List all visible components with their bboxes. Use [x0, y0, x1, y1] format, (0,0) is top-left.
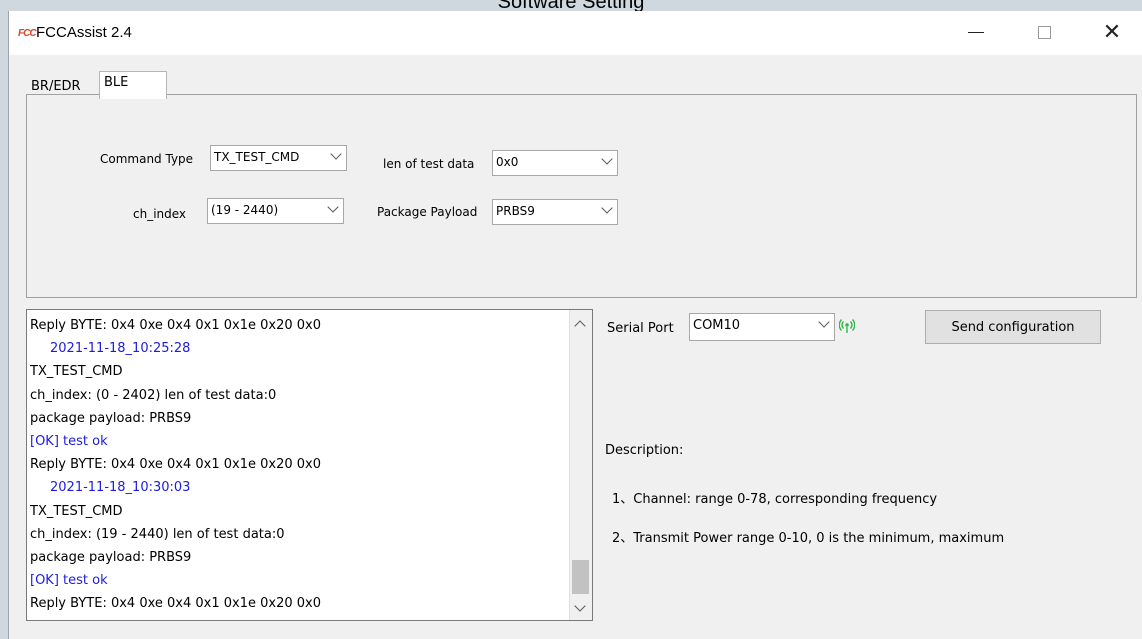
scroll-up-icon[interactable] — [574, 320, 586, 332]
log-line: package payload: PRBS9 — [30, 410, 192, 426]
maximize-icon — [1037, 25, 1051, 39]
package-payload-label: Package Payload — [377, 205, 478, 219]
log-output[interactable]: Reply BYTE: 0x4 0xe 0x4 0x1 0x1e 0x20 0x… — [26, 309, 593, 621]
close-icon: ✕ — [1102, 19, 1122, 45]
log-lines: Reply BYTE: 0x4 0xe 0x4 0x1 0x1e 0x20 0x… — [30, 314, 565, 615]
log-line: TX_TEST_CMD — [30, 503, 123, 519]
signal-connected-icon — [839, 319, 855, 333]
chevron-down-icon — [330, 148, 342, 160]
command-type-value: TX_TEST_CMD — [214, 150, 300, 164]
scroll-down-icon[interactable] — [574, 600, 586, 612]
minimize-button[interactable] — [953, 17, 999, 47]
ch-index-value: (19 - 2440) — [211, 203, 279, 217]
len-test-data-select[interactable]: 0x0 — [492, 150, 618, 176]
log-line: TX_TEST_CMD — [30, 364, 123, 380]
log-line: 2021-11-18_10:25:28 — [50, 341, 191, 357]
log-scrollbar[interactable] — [569, 310, 592, 620]
scroll-thumb[interactable] — [572, 560, 589, 594]
send-configuration-button[interactable]: Send configuration — [925, 310, 1101, 344]
log-line: [OK] test ok — [30, 433, 108, 449]
log-line: 2021-11-18_10:30:03 — [50, 480, 191, 496]
description-item-2: 2、Transmit Power range 0-10, 0 is the mi… — [612, 531, 1005, 546]
chevron-down-icon — [601, 153, 613, 165]
len-test-data-value: 0x0 — [496, 155, 519, 169]
serial-port-select[interactable]: COM10 — [689, 313, 835, 341]
description-item-1: 1、Channel: range 0-78, corresponding fre… — [612, 492, 938, 507]
tab-ble[interactable]: BLE — [99, 71, 167, 99]
log-line: Reply BYTE: 0x4 0xe 0x4 0x1 0x1e 0x20 0x… — [30, 457, 321, 473]
app-logo-icon: FCC — [18, 28, 37, 39]
log-line: Reply BYTE: 0x4 0xe 0x4 0x1 0x1e 0x20 0x… — [30, 318, 321, 333]
ble-settings-panel: Command Type TX_TEST_CMD ch_index (19 - … — [26, 94, 1137, 298]
close-button[interactable]: ✕ — [1089, 17, 1135, 47]
len-test-data-label: len of test data — [383, 157, 475, 171]
chevron-down-icon — [327, 201, 339, 213]
window-title: FCCAssist 2.4 — [36, 24, 132, 41]
package-payload-value: PRBS9 — [496, 204, 535, 218]
log-line: [OK] test ok — [30, 573, 108, 589]
chevron-down-icon — [818, 316, 830, 328]
chevron-down-icon — [601, 202, 613, 214]
log-line: package payload: PRBS9 — [30, 549, 192, 565]
log-line: Reply BYTE: 0x4 0xe 0x4 0x1 0x1e 0x20 0x… — [30, 596, 321, 612]
app-window: FCC FCCAssist 2.4 ✕ BR/EDR BLE Command T… — [8, 11, 1142, 639]
command-type-select[interactable]: TX_TEST_CMD — [210, 145, 347, 171]
log-line: ch_index: (0 - 2402) len of test data:0 — [30, 387, 277, 403]
command-type-label: Command Type — [100, 152, 194, 166]
log-line: ch_index: (19 - 2440) len of test data:0 — [30, 526, 285, 542]
ch-index-select[interactable]: (19 - 2440) — [207, 198, 344, 224]
serial-port-value: COM10 — [693, 318, 741, 333]
ch-index-label: ch_index — [133, 207, 187, 221]
description-heading: Description: — [605, 443, 684, 458]
title-bar[interactable]: FCC FCCAssist 2.4 ✕ — [9, 11, 1142, 55]
package-payload-select[interactable]: PRBS9 — [492, 199, 618, 225]
minimize-icon — [968, 31, 984, 33]
maximize-button[interactable] — [1021, 17, 1067, 47]
serial-port-label: Serial Port — [607, 321, 674, 336]
